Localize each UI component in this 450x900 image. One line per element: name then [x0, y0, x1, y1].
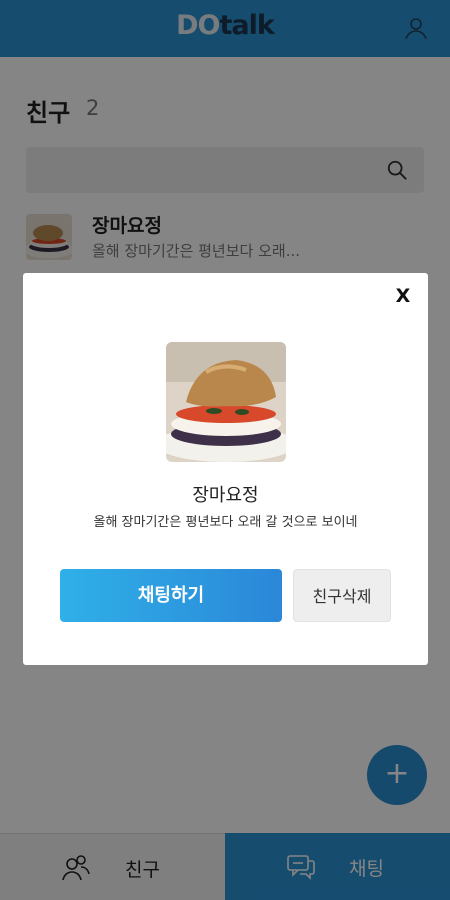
- close-button[interactable]: X: [392, 285, 414, 307]
- modal-friend-status: 올해 장마기간은 평년보다 오래 갈 것으로 보이네: [93, 515, 358, 530]
- delete-friend-button[interactable]: 친구삭제: [293, 569, 391, 622]
- friend-profile-modal: X 장마요정 올해 장마기간은 평년보다 오래 갈 것으로 보이네 채팅하기 친…: [23, 273, 428, 665]
- start-chat-button[interactable]: 채팅하기: [60, 569, 282, 622]
- profile-photo: [166, 342, 286, 462]
- modal-friend-name: 장마요정: [192, 485, 259, 506]
